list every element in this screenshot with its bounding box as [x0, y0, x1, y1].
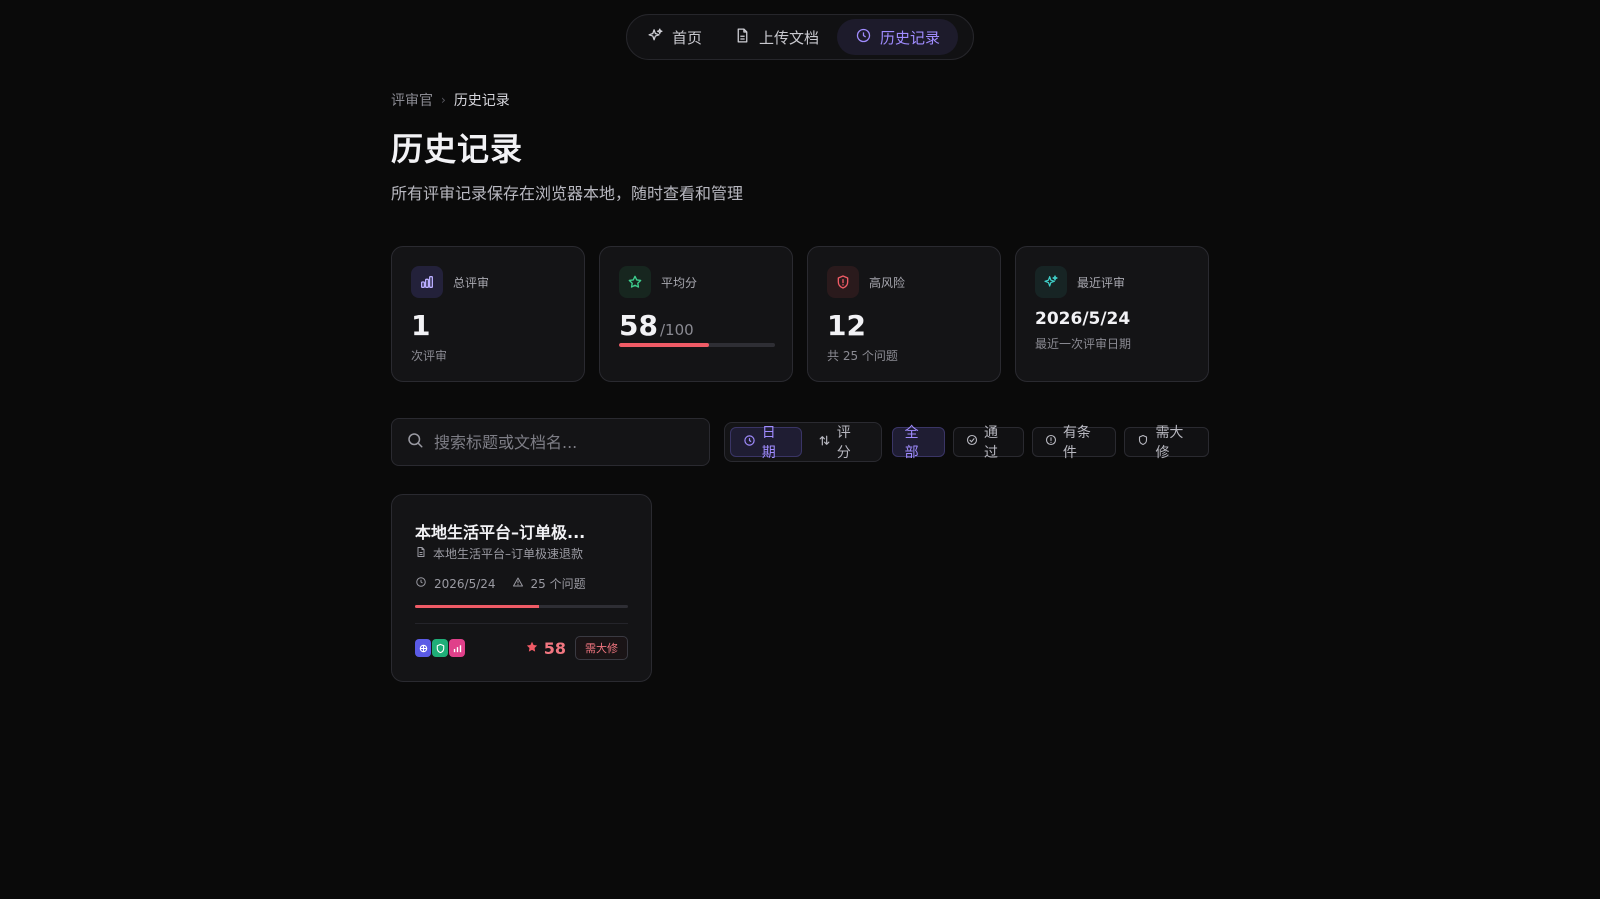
filter-label: 全部 — [904, 425, 919, 461]
page-title: 历史记录 — [391, 130, 524, 168]
breadcrumb-separator: › — [441, 93, 446, 107]
stat-value: 1 — [411, 309, 431, 342]
sort-by-score-button[interactable]: 评分 — [806, 425, 876, 461]
record-date: 2026/5/24 — [415, 576, 496, 591]
score-unit: /100 — [659, 321, 694, 339]
page-subtitle: 所有评审记录保存在浏览器本地，随时查看和管理 — [391, 184, 744, 203]
nav-item-upload[interactable]: 上传文档 — [720, 19, 833, 55]
info-circle-icon — [1045, 434, 1057, 450]
stat-note: 共 25 个问题 — [827, 349, 898, 363]
stat-value: 12 — [827, 309, 866, 342]
bar-chart-icon — [411, 266, 443, 298]
stat-label: 高风险 — [869, 275, 906, 290]
top-nav: 首页 上传文档 历史记录 — [626, 14, 974, 60]
sort-label: 评分 — [836, 425, 851, 461]
average-progress-bar — [619, 343, 775, 347]
check-circle-icon — [966, 434, 978, 450]
stat-note: 次评审 — [411, 349, 448, 363]
record-file-name: 本地生活平台–订单极速退款 — [433, 547, 584, 561]
sort-icon — [818, 434, 831, 451]
divider — [415, 623, 628, 624]
shield-alert-icon — [827, 266, 859, 298]
average-progress-fill — [619, 343, 710, 347]
stat-note: 最近一次评审日期 — [1035, 337, 1132, 351]
search-input[interactable] — [434, 432, 694, 452]
sort-label: 日期 — [761, 425, 776, 461]
nav-item-history[interactable]: 历史记录 — [837, 19, 959, 55]
sort-by-date-button[interactable]: 日期 — [729, 425, 802, 461]
sparkles-icon — [647, 27, 664, 48]
filter-conditional[interactable]: 有条件 — [1031, 425, 1117, 461]
clock-icon — [743, 434, 756, 451]
stat-value: 2026/5/24 — [1035, 309, 1131, 329]
stat-label: 平均分 — [661, 275, 698, 290]
record-footer: 58 需大修 — [415, 635, 628, 661]
search-box[interactable] — [391, 418, 710, 466]
filter-label: 通过 — [983, 425, 998, 461]
star-icon — [619, 266, 651, 298]
nav-item-label: 上传文档 — [759, 28, 820, 47]
filter-passed[interactable]: 通过 — [952, 425, 1024, 461]
filter-label: 有条件 — [1062, 425, 1091, 461]
record-file: 本地生活平台–订单极速退款 — [415, 545, 583, 562]
search-icon — [406, 431, 424, 453]
sparkles-icon — [1035, 266, 1067, 298]
sort-group: 日期 评分 — [723, 422, 882, 462]
stat-label: 最近评审 — [1077, 275, 1126, 290]
nav-item-label: 首页 — [672, 28, 703, 47]
shield-icon — [1137, 434, 1149, 450]
record-title: 本地生活平台–订单极... — [415, 523, 586, 542]
warning-icon — [512, 576, 524, 591]
breadcrumb-current: 历史记录 — [453, 93, 510, 109]
bar-chart-icon — [449, 639, 465, 657]
star-icon — [525, 639, 539, 658]
nav-item-home[interactable]: 首页 — [633, 19, 716, 55]
record-score-bar — [415, 605, 628, 608]
filter-group: 全部 通过 有条件 需大修 — [891, 425, 1209, 461]
brain-icon — [415, 639, 431, 657]
record-date-text: 2026/5/24 — [434, 576, 496, 591]
record-issues: 25 个问题 — [512, 575, 586, 592]
stats-row: 总评审 1 次评审 平均分 58/100 高风险 12 共 25 个问题 最近评… — [391, 246, 1209, 382]
record-score-fill — [415, 605, 539, 608]
clock-icon — [855, 27, 872, 48]
record-issues-text: 25 个问题 — [530, 577, 586, 591]
breadcrumb-root[interactable]: 评审官 — [391, 90, 433, 110]
breadcrumb: 评审官 › 历史记录 — [391, 90, 510, 110]
verdict-badge: 需大修 — [575, 636, 628, 660]
nav-item-label: 历史记录 — [880, 28, 941, 47]
stat-card-recent: 最近评审 2026/5/24 最近一次评审日期 — [1015, 246, 1209, 382]
document-icon — [415, 546, 427, 561]
average-score: 58 — [619, 309, 658, 342]
stat-label: 总评审 — [453, 275, 490, 290]
clock-icon — [415, 576, 427, 591]
document-icon — [734, 27, 751, 48]
record-score: 58 — [525, 639, 566, 658]
toolbar: 日期 评分 全部 通过 有条 — [391, 418, 1209, 466]
stat-card-total: 总评审 1 次评审 — [391, 246, 585, 382]
shield-icon — [432, 639, 448, 657]
filter-all[interactable]: 全部 — [891, 425, 945, 461]
filter-label: 需大修 — [1155, 425, 1184, 461]
record-badges — [415, 639, 465, 657]
stat-value: 58/100 — [619, 309, 694, 342]
record-score-value: 58 — [543, 638, 566, 658]
stat-card-average: 平均分 58/100 — [599, 246, 793, 382]
record-card[interactable]: 本地生活平台–订单极... 本地生活平台–订单极速退款 2026/5/24 25… — [391, 494, 652, 682]
filter-major-revision[interactable]: 需大修 — [1124, 425, 1209, 461]
stat-card-high-risk: 高风险 12 共 25 个问题 — [807, 246, 1001, 382]
record-meta: 2026/5/24 25 个问题 — [415, 575, 586, 592]
